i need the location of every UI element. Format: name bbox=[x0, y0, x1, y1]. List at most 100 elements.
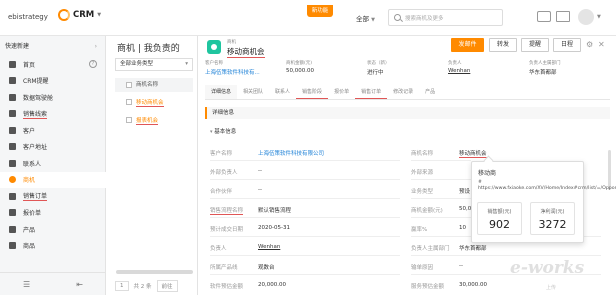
home-icon bbox=[9, 60, 16, 68]
sidebar-item-sales-orders[interactable]: 销售订单 bbox=[0, 188, 106, 205]
forward-button[interactable]: 转发 bbox=[489, 38, 517, 52]
tab-team[interactable]: 相关团队 bbox=[237, 85, 269, 99]
crm-logo-icon bbox=[58, 9, 70, 21]
field-label: 软件预估金额 bbox=[210, 284, 244, 290]
business-type-filter[interactable]: 全部业务类型 ▾ bbox=[115, 58, 193, 71]
select-all-checkbox[interactable] bbox=[126, 82, 132, 88]
new-feature-badge[interactable]: 新功能 bbox=[307, 5, 333, 17]
user-avatar[interactable] bbox=[578, 9, 594, 25]
order-icon bbox=[9, 192, 16, 200]
sidebar-item-goods[interactable]: 商品 bbox=[0, 238, 106, 255]
subsection-header[interactable]: ▾ 基本信息 bbox=[210, 127, 236, 135]
chevron-down-icon[interactable]: ▼ bbox=[597, 14, 601, 20]
close-icon[interactable]: ✕ bbox=[598, 40, 605, 49]
contact-icon bbox=[9, 159, 16, 167]
summary-status: 进行中 bbox=[367, 70, 384, 76]
quick-create-button[interactable]: 快速新建 › bbox=[5, 40, 102, 54]
summary-owner[interactable]: Wenhan bbox=[448, 68, 470, 74]
app-name: CRM bbox=[73, 10, 95, 20]
field-value: 默认销售流程 bbox=[258, 208, 292, 214]
menu-icon[interactable]: ☰ bbox=[23, 280, 30, 289]
sidebar-item-contacts[interactable]: 联系人 bbox=[0, 155, 106, 172]
sidebar-footer: ☰ ⇤ bbox=[0, 272, 106, 295]
remind-button[interactable]: 提醒 bbox=[521, 38, 549, 52]
field-label: 输单原因 bbox=[411, 265, 434, 271]
field-value: 30,000.00 bbox=[459, 282, 487, 288]
tab-history[interactable]: 修改记录 bbox=[387, 85, 419, 99]
sidebar-item-customer-address[interactable]: 客户地址 bbox=[0, 139, 106, 156]
sidebar-item-opportunities[interactable]: 商机 bbox=[0, 171, 106, 188]
send-email-button[interactable]: 发邮件 bbox=[451, 38, 484, 52]
chevron-down-icon: ▾ bbox=[185, 61, 188, 67]
sidebar-item-customers[interactable]: 客户 bbox=[0, 122, 106, 139]
goods-icon bbox=[9, 242, 16, 250]
sidebar-item-home[interactable]: 首页? bbox=[0, 56, 106, 73]
help-icon[interactable]: ? bbox=[89, 60, 97, 69]
field-value[interactable]: Wenhan bbox=[258, 244, 280, 250]
field-value: 观数台 bbox=[258, 265, 275, 271]
divider bbox=[210, 179, 400, 180]
field-value: 移动商机会 bbox=[459, 151, 487, 158]
divider bbox=[210, 274, 400, 275]
divider bbox=[411, 198, 471, 199]
sidebar-item-dashboard[interactable]: 数据驾驶舱 bbox=[0, 89, 106, 106]
opportunity-icon bbox=[9, 176, 16, 184]
field-value[interactable]: 上海伍策软件科技有限公司 bbox=[258, 149, 324, 157]
divider bbox=[411, 255, 601, 256]
customer-icon bbox=[9, 126, 16, 134]
summary-label: 商机金额(元) bbox=[286, 61, 313, 66]
record-type: 商机 bbox=[227, 40, 236, 45]
settings-icon[interactable]: ⚙ bbox=[586, 40, 593, 49]
sidebar-item-quotes[interactable]: 报价单 bbox=[0, 205, 106, 222]
divider bbox=[210, 255, 400, 256]
schedule-button[interactable]: 日程 bbox=[553, 38, 581, 52]
summary-customer[interactable]: 上海伍策软件科技有... bbox=[205, 68, 260, 76]
sidebar-item-leads[interactable]: 销售线索 bbox=[0, 106, 106, 123]
dashboard-icon bbox=[9, 93, 16, 101]
list-title[interactable]: 商机 | 我负责的 bbox=[117, 41, 180, 54]
field-value: 20,000.00 bbox=[258, 282, 286, 288]
search-scope-select[interactable]: 全部 ▼ bbox=[356, 13, 375, 23]
field-label: 预计成交日期 bbox=[210, 227, 244, 233]
sidebar-item-crm-reminder[interactable]: CRM提醒 bbox=[0, 73, 106, 90]
divider bbox=[210, 198, 400, 199]
collapse-icon[interactable]: ⇤ bbox=[76, 280, 83, 289]
row-checkbox[interactable] bbox=[126, 117, 132, 123]
opportunity-icon bbox=[207, 40, 221, 54]
list-item[interactable]: 移动商机会 bbox=[136, 98, 164, 107]
app-switcher[interactable]: CRM ▼ bbox=[58, 9, 101, 21]
mail-icon[interactable] bbox=[537, 11, 551, 22]
list-item[interactable]: 报表机会 bbox=[136, 116, 159, 125]
sidebar-item-products[interactable]: 产品 bbox=[0, 221, 106, 238]
tab-contacts[interactable]: 联系人 bbox=[269, 85, 296, 99]
divider bbox=[210, 160, 400, 161]
tab-sales-stage[interactable]: 销售阶段 bbox=[296, 85, 329, 99]
stat-profit: 净利润(元) 3272 bbox=[530, 202, 575, 235]
field-label: 合作伙伴 bbox=[210, 189, 233, 195]
tab-quotes[interactable]: 报价单 bbox=[328, 85, 355, 99]
global-search-input[interactable]: 搜索商机及更多 bbox=[388, 9, 503, 26]
chevron-down-icon: ▼ bbox=[97, 12, 102, 18]
chevron-right-icon: › bbox=[94, 43, 97, 50]
page-number[interactable]: 1 bbox=[115, 281, 129, 291]
summary-label: 状态（新） bbox=[367, 61, 390, 66]
row-checkbox[interactable] bbox=[126, 99, 132, 105]
record-title: 移动商机会 bbox=[227, 47, 265, 58]
summary-label: 负责人 bbox=[448, 61, 462, 66]
tab-sales-orders[interactable]: 销售订单 bbox=[355, 85, 388, 99]
hover-card-url[interactable]: # https://www.fxiaoke.com/XV/Home/Index#… bbox=[478, 180, 616, 192]
hover-card-title: 移动商 bbox=[478, 170, 497, 177]
vertical-scrollbar[interactable] bbox=[608, 150, 611, 190]
tab-products[interactable]: 产品 bbox=[419, 85, 441, 99]
field-value: -- bbox=[258, 187, 262, 193]
horizontal-scrollbar[interactable] bbox=[116, 270, 193, 274]
product-icon bbox=[9, 225, 16, 233]
field-label: 客户名称 bbox=[210, 151, 233, 157]
section-header: 详细信息 bbox=[205, 107, 610, 119]
calendar-icon[interactable] bbox=[556, 11, 570, 22]
divider bbox=[210, 217, 400, 218]
goto-page-button[interactable]: 前往 bbox=[156, 280, 178, 292]
tab-details[interactable]: 详细信息 bbox=[205, 85, 238, 99]
pagination: 1 共 2 条 前往 bbox=[115, 280, 178, 292]
bell-icon bbox=[9, 77, 16, 85]
